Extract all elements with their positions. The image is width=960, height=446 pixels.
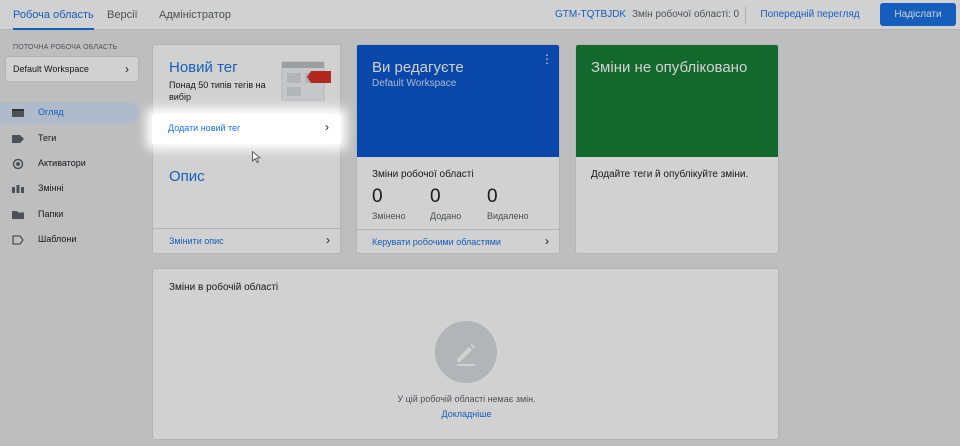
edit-pencil-icon xyxy=(435,321,497,383)
editing-workspace-name: Default Workspace xyxy=(372,78,457,89)
sidebar-item-triggers[interactable]: Активатори xyxy=(0,153,140,175)
sidebar-item-overview[interactable]: Огляд xyxy=(0,102,140,124)
container-id-link[interactable]: GTM-TQTBJDK xyxy=(555,0,626,30)
edit-description-label: Змінити опис xyxy=(169,236,224,246)
current-workspace-label: ПОТОЧНА РОБОЧА ОБЛАСТЬ xyxy=(13,44,118,51)
sidebar: ПОТОЧНА РОБОЧА ОБЛАСТЬ Default Workspace… xyxy=(0,30,146,446)
learn-more-wrap: Докладніше xyxy=(153,409,778,419)
new-tag-illustration-icon xyxy=(281,61,331,101)
variables-icon xyxy=(12,185,24,193)
manage-workspaces-label: Керувати робочими областями xyxy=(372,237,501,247)
workspace-changes-count: Змін робочої області: 0 xyxy=(632,9,740,20)
stat-modified-value: 0 xyxy=(372,186,383,207)
sidebar-item-folders[interactable]: Папки xyxy=(0,204,140,226)
overview-icon xyxy=(12,109,24,117)
more-vert-icon[interactable]: ⋮ xyxy=(541,53,553,65)
editing-card: Ви редагуєте Default Workspace ⋮ Зміни р… xyxy=(356,44,560,254)
tag-icon xyxy=(12,135,24,143)
unpublished-card-header: Зміни не опубліковано xyxy=(576,45,778,157)
tab-admin[interactable]: Адміністратор xyxy=(159,0,231,30)
chevron-right-icon: › xyxy=(326,233,330,247)
sidebar-item-label: Теги xyxy=(38,133,57,143)
workspace-selector[interactable]: Default Workspace › xyxy=(5,56,139,82)
description-card: Опис Змінити опис › xyxy=(152,144,341,254)
new-tag-description: Понад 50 типів тегів на вибір xyxy=(169,80,266,102)
workspace-changes-panel: Зміни в робочій області У цій робочій об… xyxy=(152,268,779,440)
unpublished-text: Додайте теги й опублікуйте зміни. xyxy=(591,169,749,180)
tab-workspace[interactable]: Робоча область xyxy=(13,0,94,30)
add-new-tag-label: Додати новий тег xyxy=(168,123,241,133)
stat-deleted-label: Видалено xyxy=(487,211,529,221)
trigger-icon xyxy=(12,159,24,169)
sidebar-item-templates[interactable]: Шаблони xyxy=(0,229,140,251)
sidebar-item-label: Огляд xyxy=(38,107,64,117)
stat-added-value: 0 xyxy=(430,186,441,207)
chevron-right-icon: › xyxy=(125,62,129,76)
editing-card-header: Ви редагуєте Default Workspace ⋮ xyxy=(357,45,559,157)
stat-modified-label: Змінено xyxy=(372,211,406,221)
workspace-changes-title: Зміни в робочій області xyxy=(169,282,279,293)
preview-button[interactable]: Попередній перегляд xyxy=(753,3,867,27)
unpublished-card: Зміни не опубліковано Додайте теги й опу… xyxy=(575,44,779,254)
folder-icon xyxy=(12,211,24,219)
template-icon xyxy=(12,235,24,245)
sidebar-item-tags[interactable]: Теги xyxy=(0,128,140,150)
workspace-name: Default Workspace xyxy=(13,64,89,74)
mouse-cursor-icon xyxy=(252,151,261,163)
chevron-right-icon: › xyxy=(325,120,329,134)
new-tag-title: Новий тег xyxy=(169,59,238,76)
sidebar-item-label: Змінні xyxy=(38,183,64,193)
sidebar-item-label: Активатори xyxy=(38,158,86,168)
sidebar-item-label: Шаблони xyxy=(38,234,77,244)
sidebar-item-variables[interactable]: Змінні xyxy=(0,178,140,200)
stat-added-label: Додано xyxy=(430,211,462,221)
top-bar: Робоча область Версії Адміністратор GTM-… xyxy=(0,0,960,30)
description-title: Опис xyxy=(169,168,205,185)
ws-changes-title: Зміни робочої області xyxy=(372,169,474,180)
unpublished-title: Зміни не опубліковано xyxy=(591,59,748,76)
chevron-right-icon: › xyxy=(545,234,549,248)
manage-workspaces-link[interactable]: Керувати робочими областями › xyxy=(357,230,559,253)
add-new-tag-button[interactable]: Додати новий тег › xyxy=(152,114,341,144)
sidebar-item-label: Папки xyxy=(38,209,64,219)
learn-more-link[interactable]: Докладніше xyxy=(442,409,492,419)
empty-changes-text: У цій робочій області немає змін. xyxy=(397,394,536,404)
submit-button[interactable]: Надіслати xyxy=(880,3,956,26)
edit-description-link[interactable]: Змінити опис › xyxy=(153,229,340,253)
tab-versions[interactable]: Версії xyxy=(107,0,138,30)
topbar-divider xyxy=(745,6,746,24)
editing-title: Ви редагуєте xyxy=(372,59,464,76)
stat-deleted-value: 0 xyxy=(487,186,498,207)
